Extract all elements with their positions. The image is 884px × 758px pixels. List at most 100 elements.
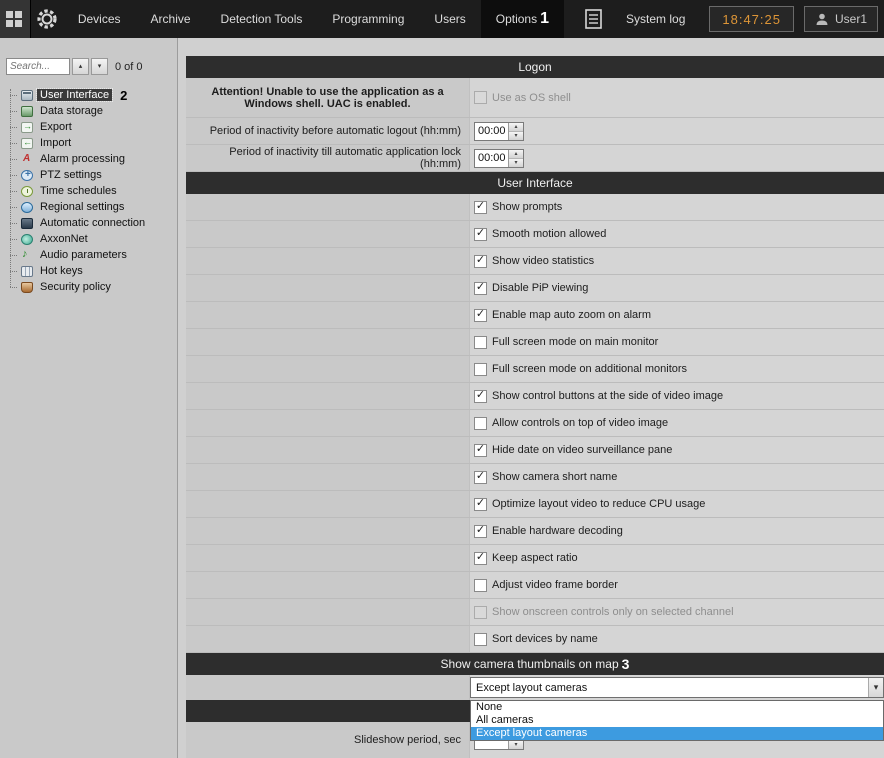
checkbox-adjust-video-frame-border[interactable] [474,579,487,592]
user-menu-button[interactable]: User1 [804,6,878,32]
sidebar-item-label: AxxonNet [37,233,91,245]
menu-item-devices[interactable]: Devices [63,0,136,38]
top-gap [186,38,884,56]
sidebar-item-audio-parameters[interactable]: Audio parameters [18,247,175,263]
empty-label [186,410,470,436]
checkbox-hide-date-on-video-surveillance-pane[interactable] [474,444,487,457]
checkbox-label: Show video statistics [492,255,594,267]
axxonnet-icon [21,234,33,245]
sidebar-item-user-interface[interactable]: User Interface 2 [18,87,175,103]
checkbox-show-video-statistics[interactable] [474,255,487,268]
menu-item-archive[interactable]: Archive [136,0,206,38]
checkbox-label: Full screen mode on additional monitors [492,363,687,375]
settings-row-lock-period: Period of inactivity till automatic appl… [186,145,884,172]
annotation-1: 1 [540,10,549,28]
system-log-menu-item[interactable]: System log [612,0,699,38]
sidebar-item-label: Data storage [37,105,106,117]
camera-thumbnails-dropdown[interactable]: Except layout cameras ▾ [470,677,884,698]
sidebar-item-hot-keys[interactable]: Hot keys [18,263,175,279]
settings-row-checkbox: Enable hardware decoding [186,518,884,545]
sidebar-item-security-policy[interactable]: Security policy [18,279,175,295]
checkbox-enable-hardware-decoding[interactable] [474,525,487,538]
ptz-settings-icon [21,170,33,181]
system-log-icon[interactable] [564,0,612,38]
slideshow-period-label: Slideshow period, sec [186,722,470,758]
sidebar-item-export[interactable]: Export [18,119,175,135]
import-icon [21,138,33,149]
sidebar-item-alarm-processing[interactable]: Alarm processing [18,151,175,167]
menu-item-users[interactable]: Users [419,0,480,38]
checkbox-label: Sort devices by name [492,633,598,645]
menu-item-label: Archive [151,12,191,26]
dropdown-option-none[interactable]: None [471,701,883,714]
section-title: Show camera thumbnails on map [441,657,619,671]
checkbox-label: Optimize layout video to reduce CPU usag… [492,498,705,510]
spinner-down-icon[interactable]: ▾ [509,159,523,167]
dropdown-selected-value: Except layout cameras [471,682,868,694]
annotation-2: 2 [120,88,127,103]
checkbox-label: Show camera short name [492,471,617,483]
empty-label [186,194,470,220]
menu-item-programming[interactable]: Programming [317,0,419,38]
checkbox-allow-controls-on-top-of-video-image[interactable] [474,417,487,430]
checkbox-optimize-layout-video-to-reduce-cpu-usage[interactable] [474,498,487,511]
checkbox-full-screen-mode-on-additional-monitors[interactable] [474,363,487,376]
logout-period-spinner[interactable]: 00:00 ▴▾ [474,122,524,141]
settings-panel: Logon Attention! Unable to use the appli… [186,38,884,758]
dropdown-option-except-layout-cameras[interactable]: Except layout cameras [471,727,883,740]
sidebar-item-ptz-settings[interactable]: PTZ settings [18,167,175,183]
checkbox-sort-devices-by-name[interactable] [474,633,487,646]
regional-settings-icon [21,202,33,213]
empty-label [186,248,470,274]
checkbox-label: Hide date on video surveillance pane [492,444,672,456]
sidebar-item-axxonnet[interactable]: AxxonNet [18,231,175,247]
spinner-down-icon[interactable]: ▾ [509,132,523,140]
settings-row-checkbox: Adjust video frame border [186,572,884,599]
search-next-button[interactable]: ▾ [91,58,108,75]
search-prev-button[interactable]: ▴ [72,58,89,75]
use-as-os-shell-checkbox[interactable] [474,91,487,104]
sidebar-item-time-schedules[interactable]: Time schedules [18,183,175,199]
settings-row-checkbox: Smooth motion allowed [186,221,884,248]
checkbox-smooth-motion-allowed[interactable] [474,228,487,241]
app-launcher-button[interactable] [0,0,31,38]
sidebar-item-label: Import [37,137,74,149]
sidebar-item-import[interactable]: Import [18,135,175,151]
sidebar-item-automatic-connection[interactable]: Automatic connection [18,215,175,231]
checkbox-show-prompts[interactable] [474,201,487,214]
security-policy-icon [21,282,33,293]
sidebar-item-regional-settings[interactable]: Regional settings [18,199,175,215]
annotation-3: 3 [622,656,630,672]
checkbox-enable-map-auto-zoom-on-alarm[interactable] [474,309,487,322]
search-input[interactable] [6,58,70,75]
settings-row-thumbnails-dropdown: Except layout cameras ▾ [186,675,884,700]
use-as-os-shell-label: Use as OS shell [492,92,571,104]
menu-item-detection-tools[interactable]: Detection Tools [206,0,318,38]
checkbox-full-screen-mode-on-main-monitor[interactable] [474,336,487,349]
sidebar-item-label: Regional settings [37,201,127,213]
checkbox-show-onscreen-controls-only-on-selected-channel[interactable] [474,606,487,619]
sidebar-item-data-storage[interactable]: Data storage [18,103,175,119]
checkbox-label: Show prompts [492,201,562,213]
settings-row-checkbox: Show prompts [186,194,884,221]
empty-label [186,599,470,625]
section-title: Logon [518,60,551,74]
dropdown-option-all-cameras[interactable]: All cameras [471,714,883,727]
checkbox-show-camera-short-name[interactable] [474,471,487,484]
dropdown-arrow-icon[interactable]: ▾ [868,678,883,697]
lock-period-spinner[interactable]: 00:00 ▴▾ [474,149,524,168]
checkbox-label: Show control buttons at the side of vide… [492,390,723,402]
sidebar-item-label: Security policy [37,281,114,293]
spinner-down-icon[interactable]: ▾ [509,741,523,749]
spinner-up-icon[interactable]: ▴ [509,150,523,159]
settings-gear-button[interactable] [31,0,63,38]
clock-display: 18:47:25 [709,6,794,32]
menu-item-options[interactable]: Options 1 [481,0,564,38]
checkbox-keep-aspect-ratio[interactable] [474,552,487,565]
checkbox-disable-pip-viewing[interactable] [474,282,487,295]
windows-grid-icon [6,11,23,28]
checkbox-show-control-buttons-at-the-side-of-video-image[interactable] [474,390,487,403]
spinner-up-icon[interactable]: ▴ [509,123,523,132]
settings-row-checkbox: Optimize layout video to reduce CPU usag… [186,491,884,518]
settings-sidebar: ▴ ▾ 0 of 0 User Interface 2 Data storage… [0,38,178,758]
